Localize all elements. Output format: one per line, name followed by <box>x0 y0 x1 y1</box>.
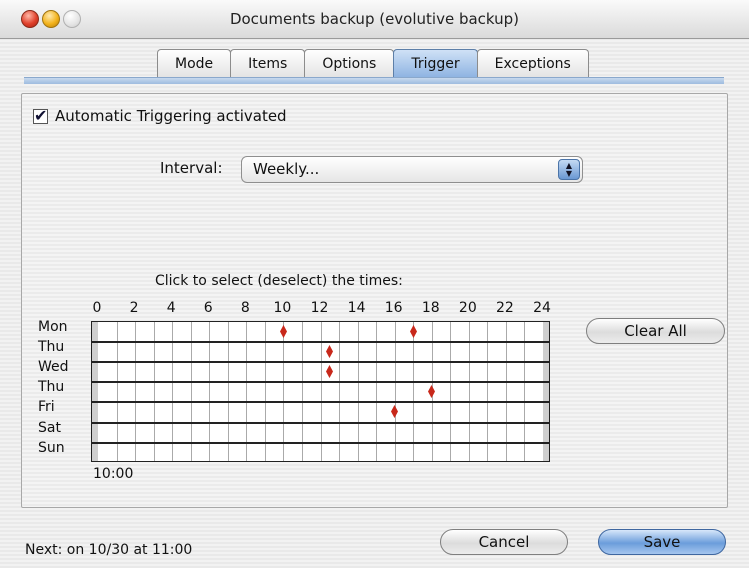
cancel-button[interactable]: Cancel <box>440 529 568 555</box>
hour-tick-label: 2 <box>129 300 139 316</box>
interval-label: Interval: <box>160 159 223 177</box>
tab-exceptions[interactable]: Exceptions <box>476 49 589 77</box>
day-label: Thu <box>38 339 65 356</box>
selected-time-marker[interactable] <box>409 325 417 338</box>
selected-time-marker[interactable] <box>391 405 399 419</box>
tab-bar: Mode Items Options Trigger Exceptions <box>157 49 589 79</box>
grid-day-line <box>92 401 549 404</box>
checkmark-icon: ✔ <box>34 106 48 125</box>
grid-day-line <box>92 421 549 424</box>
hour-tick-label: 10 <box>273 300 292 316</box>
automatic-trigger-label[interactable]: Automatic Triggering activated <box>55 107 287 125</box>
day-label: Mon <box>38 319 68 335</box>
schedule-grid[interactable] <box>91 321 550 462</box>
hour-tick-label: 22 <box>495 300 514 316</box>
hour-tick-label: 16 <box>384 300 403 316</box>
hour-tick-label: 24 <box>533 300 551 316</box>
interval-select[interactable]: Weekly... ▲ ▼ <box>241 156 583 183</box>
selected-time-marker[interactable] <box>428 385 436 399</box>
grid-day-line <box>92 381 549 384</box>
grid-day-line <box>92 361 549 364</box>
clear-all-button[interactable]: Clear All <box>586 318 725 344</box>
schedule-caption: Click to select (deselect) the times: <box>155 273 403 289</box>
save-button[interactable]: Save <box>598 529 726 555</box>
hour-tick-label: 0 <box>92 300 102 316</box>
title-bar[interactable]: Documents backup (evolutive backup) <box>0 0 749 39</box>
day-label: Fri <box>38 399 55 416</box>
hour-tick-label: 4 <box>166 300 176 316</box>
day-label: Sat <box>38 419 61 436</box>
selected-time-marker[interactable] <box>326 345 334 359</box>
tab-mode[interactable]: Mode <box>157 49 232 77</box>
day-label: Thu <box>38 379 65 396</box>
hour-tick-label: 6 <box>203 300 213 316</box>
grid-day-line <box>92 441 549 444</box>
tab-options[interactable]: Options <box>304 49 395 77</box>
grid-day-line <box>92 341 549 344</box>
hour-tick-label: 12 <box>310 300 329 316</box>
selected-time-marker[interactable] <box>326 365 334 379</box>
window-title: Documents backup (evolutive backup) <box>229 10 520 28</box>
interval-select-value: Weekly... <box>253 160 320 178</box>
updown-arrows-icon: ▲ ▼ <box>558 159 580 180</box>
day-label: Wed <box>38 359 69 376</box>
backup-window: Documents backup (evolutive backup) Mode… <box>0 0 749 568</box>
automatic-trigger-checkbox[interactable]: ✔ <box>33 106 48 125</box>
next-run-status: Next: on 10/30 at 11:00 <box>25 542 193 558</box>
hour-tick-label: 18 <box>421 300 440 316</box>
time-readout: 10:00 <box>93 466 134 482</box>
hour-tick-label: 8 <box>240 300 250 316</box>
day-label: Sun <box>38 439 65 456</box>
hour-tick-label: 20 <box>458 300 477 316</box>
selected-time-marker[interactable] <box>279 325 287 338</box>
tab-trigger[interactable]: Trigger <box>393 49 478 77</box>
hour-tick-label: 14 <box>347 300 366 316</box>
tab-items[interactable]: Items <box>230 49 306 77</box>
